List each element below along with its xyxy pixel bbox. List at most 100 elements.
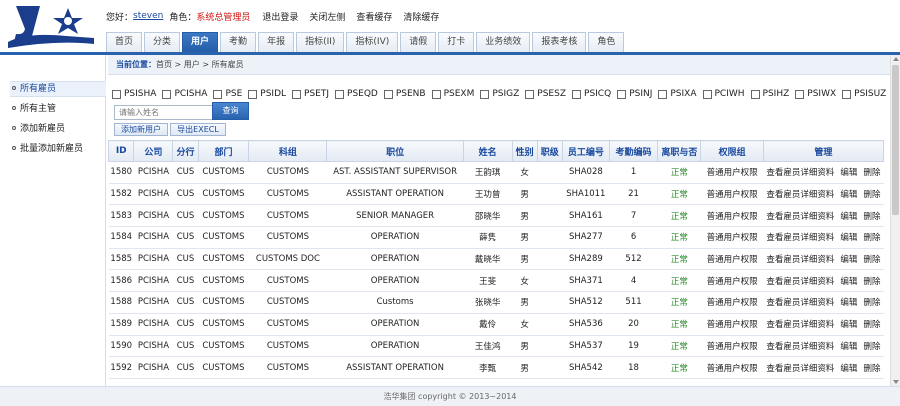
- view-details-link[interactable]: 查看雇员详细资料: [766, 320, 834, 330]
- checkbox-icon[interactable]: [842, 89, 852, 99]
- sidebar-item-add-employee[interactable]: 添加新雇员: [12, 123, 65, 135]
- view-details-link[interactable]: 查看雇员详细资料: [766, 298, 834, 308]
- delete-link[interactable]: 删除: [863, 277, 880, 287]
- checkbox-icon[interactable]: [658, 89, 668, 99]
- checkbox-icon[interactable]: [702, 89, 712, 99]
- filter-checkbox-psiwx[interactable]: PSIWX: [795, 89, 836, 99]
- checkbox-icon[interactable]: [248, 89, 258, 99]
- tab-9[interactable]: 业务绩效: [476, 32, 531, 52]
- clear-cache-link[interactable]: 清除缓存: [403, 10, 439, 23]
- checkbox-icon[interactable]: [572, 89, 582, 99]
- delete-link[interactable]: 删除: [863, 342, 880, 352]
- username-link[interactable]: steven: [133, 11, 163, 21]
- edit-link[interactable]: 编辑: [840, 298, 857, 308]
- close-left-link[interactable]: 关闭左侧: [309, 10, 345, 23]
- checkbox-icon[interactable]: [480, 89, 490, 99]
- scrollbar-thumb[interactable]: [892, 65, 899, 215]
- logout-link[interactable]: 退出登录: [262, 10, 298, 23]
- view-cache-link[interactable]: 查看缓存: [356, 10, 392, 23]
- page-scrollbar[interactable]: [890, 55, 900, 386]
- checkbox-icon[interactable]: [795, 89, 805, 99]
- delete-link[interactable]: 删除: [863, 212, 880, 222]
- edit-link[interactable]: 编辑: [840, 277, 857, 287]
- tab-2[interactable]: 用户: [182, 32, 219, 52]
- delete-link[interactable]: 删除: [863, 168, 880, 178]
- view-details-link[interactable]: 查看雇员详细资料: [766, 364, 834, 374]
- view-details-link[interactable]: 查看雇员详细资料: [766, 212, 834, 222]
- edit-link[interactable]: 编辑: [840, 342, 857, 352]
- tab-6[interactable]: 指标(IV): [346, 32, 399, 52]
- checkbox-icon[interactable]: [335, 89, 345, 99]
- role-label: 角色：: [169, 12, 197, 23]
- edit-link[interactable]: 编辑: [840, 233, 857, 243]
- tab-4[interactable]: 年报: [258, 32, 295, 52]
- filter-checkbox-psinj[interactable]: PSINJ: [617, 89, 652, 99]
- checkbox-icon[interactable]: [431, 89, 441, 99]
- view-details-link[interactable]: 查看雇员详细资料: [766, 190, 834, 200]
- delete-link[interactable]: 删除: [863, 255, 880, 265]
- delete-link[interactable]: 删除: [863, 190, 880, 200]
- filter-checkbox-psisuz[interactable]: PSISUZ: [842, 89, 886, 99]
- checkbox-icon[interactable]: [292, 89, 302, 99]
- delete-link[interactable]: 删除: [863, 320, 880, 330]
- checkbox-icon[interactable]: [213, 89, 223, 99]
- sidebar-item-all-employees[interactable]: 所有雇员: [12, 83, 56, 95]
- filter-checkbox-psetj[interactable]: PSETJ: [292, 89, 329, 99]
- edit-link[interactable]: 编辑: [840, 364, 857, 374]
- table-cell: CUSTOMS: [198, 291, 249, 314]
- edit-link[interactable]: 编辑: [840, 255, 857, 265]
- tab-10[interactable]: 报表考核: [532, 32, 587, 52]
- filter-checkbox-psihz[interactable]: PSIHZ: [750, 89, 789, 99]
- edit-link[interactable]: 编辑: [840, 212, 857, 222]
- delete-link[interactable]: 删除: [863, 364, 880, 374]
- edit-link[interactable]: 编辑: [840, 190, 857, 200]
- tab-7[interactable]: 请假: [400, 32, 437, 52]
- checkbox-icon[interactable]: [383, 89, 393, 99]
- filter-checkbox-pseqd[interactable]: PSEQD: [335, 89, 378, 99]
- filter-checkbox-psesz[interactable]: PSESZ: [525, 89, 566, 99]
- view-details-link[interactable]: 查看雇员详细资料: [766, 342, 834, 352]
- tab-3[interactable]: 考勤: [220, 32, 257, 52]
- filter-checkbox-psenb[interactable]: PSENB: [383, 89, 426, 99]
- delete-link[interactable]: 删除: [863, 233, 880, 243]
- filter-checkbox-pse[interactable]: PSE: [213, 89, 242, 99]
- export-excel-button[interactable]: 导出EXECL: [170, 123, 226, 136]
- filter-checkbox-psidl[interactable]: PSIDL: [248, 89, 286, 99]
- filter-checkbox-pcisha[interactable]: PCISHA: [162, 89, 207, 99]
- sidebar-item-all-supervisors[interactable]: 所有主管: [12, 103, 56, 115]
- tab-11[interactable]: 角色: [588, 32, 625, 52]
- add-user-button[interactable]: 添加新用户: [114, 123, 168, 136]
- tab-0[interactable]: 首页: [106, 32, 143, 52]
- search-button[interactable]: 查询: [212, 102, 249, 120]
- filter-checkbox-psixa[interactable]: PSIXA: [658, 89, 697, 99]
- table-cell: OPERATION: [326, 335, 464, 358]
- filter-checkbox-pciwh[interactable]: PCIWH: [702, 89, 745, 99]
- checkbox-icon[interactable]: [162, 89, 172, 99]
- scroll-down-icon[interactable]: [893, 380, 899, 384]
- edit-link[interactable]: 编辑: [840, 168, 857, 178]
- sidebar-item-batch-add-employee[interactable]: 批量添加新雇员: [12, 143, 83, 155]
- edit-link[interactable]: 编辑: [840, 320, 857, 330]
- tab-8[interactable]: 打卡: [438, 32, 475, 52]
- checkbox-icon[interactable]: [617, 89, 627, 99]
- view-details-link[interactable]: 查看雇员详细资料: [766, 233, 834, 243]
- filter-checkbox-psexm[interactable]: PSEXM: [431, 89, 474, 99]
- table-cell: CUSTOMS: [198, 356, 249, 379]
- table-cell: 男: [512, 204, 538, 228]
- scroll-up-icon[interactable]: [893, 57, 899, 61]
- filter-checkbox-psigz[interactable]: PSIGZ: [480, 89, 519, 99]
- checkbox-icon[interactable]: [525, 89, 535, 99]
- filter-label: PCISHA: [174, 89, 208, 99]
- tab-5[interactable]: 指标(II): [296, 32, 345, 52]
- checkbox-icon[interactable]: [750, 89, 760, 99]
- view-details-link[interactable]: 查看雇员详细资料: [766, 277, 834, 287]
- filter-checkbox-psicq[interactable]: PSICQ: [572, 89, 611, 99]
- view-details-link[interactable]: 查看雇员详细资料: [766, 255, 834, 265]
- checkbox-icon[interactable]: [112, 89, 121, 99]
- tab-1[interactable]: 分类: [144, 32, 181, 52]
- name-search-input[interactable]: [114, 105, 214, 120]
- table-cell: 普通用户权限: [700, 313, 764, 336]
- view-details-link[interactable]: 查看雇员详细资料: [766, 168, 834, 178]
- delete-link[interactable]: 删除: [863, 298, 880, 308]
- filter-checkbox-psisha[interactable]: PSISHA: [112, 89, 156, 99]
